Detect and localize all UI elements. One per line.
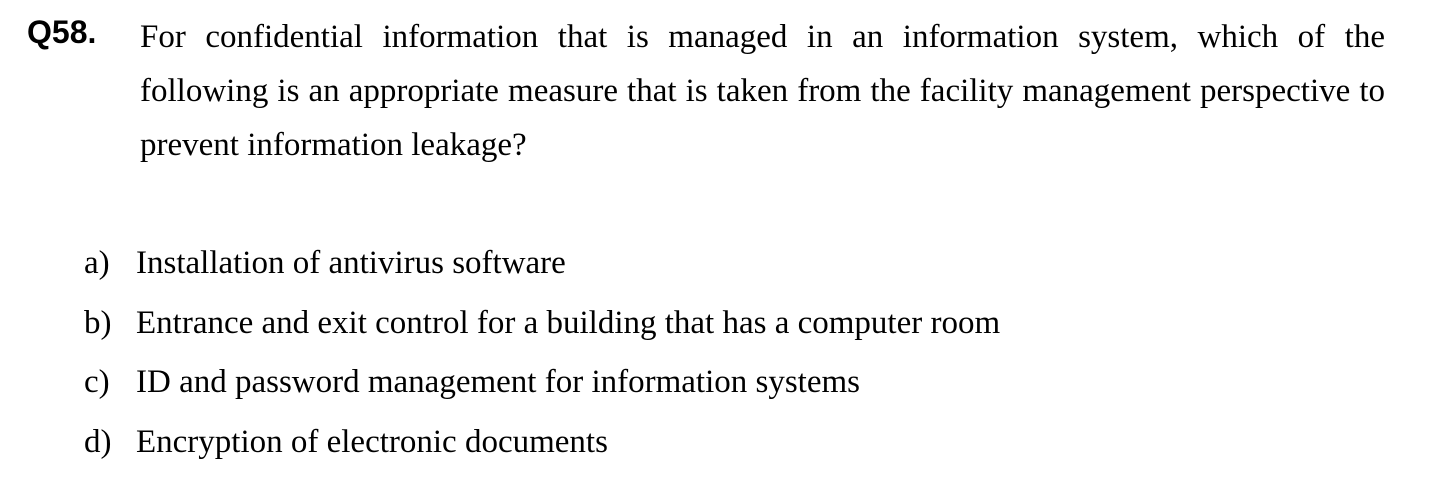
question-text: For confidential information that is man…: [140, 19, 1385, 163]
answer-options: a) Installation of antivirus software b)…: [84, 236, 1384, 474]
option-a: a) Installation of antivirus software: [84, 236, 1384, 296]
option-c-letter: c): [84, 364, 110, 400]
option-b: b) Entrance and exit control for a build…: [84, 296, 1384, 356]
question-number: Q58.: [27, 14, 97, 50]
option-c: c) ID and password management for inform…: [84, 355, 1384, 415]
option-c-text: ID and password management for informati…: [136, 364, 861, 400]
option-d-text: Encryption of electronic documents: [136, 423, 608, 460]
option-b-text: Entrance and exit control for a building…: [136, 304, 1001, 341]
option-a-letter: a): [84, 245, 110, 281]
option-d: d) Encryption of electronic documents: [84, 415, 1384, 475]
option-a-text: Installation of antivirus software: [136, 245, 566, 281]
option-d-letter: d): [84, 423, 112, 460]
option-b-letter: b): [84, 304, 112, 341]
